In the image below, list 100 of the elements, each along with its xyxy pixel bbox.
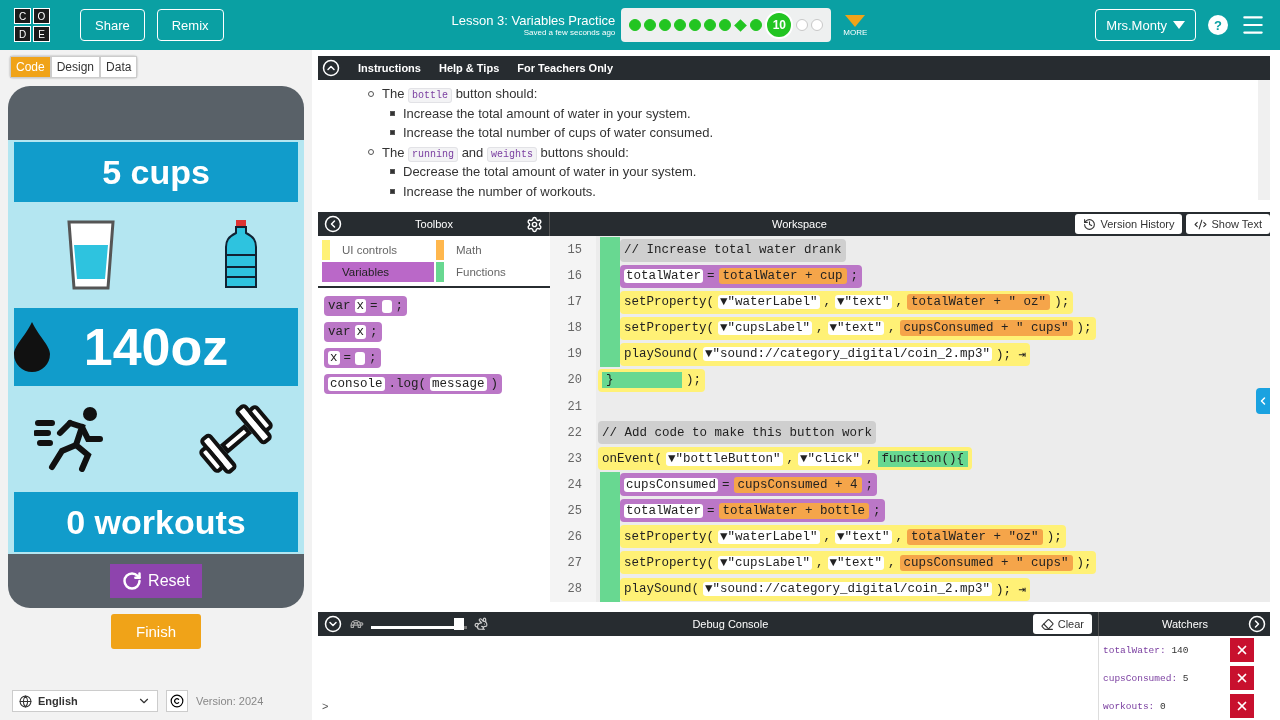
- globe-icon: [19, 694, 32, 708]
- line-number: 20: [566, 373, 583, 388]
- level-dot[interactable]: [659, 19, 672, 31]
- statement-block[interactable]: setProperty( ▼"cupsLabel" , ▼"text" , cupsConsumed + " cups" );: [620, 551, 1096, 575]
- language-select[interactable]: English: [12, 690, 158, 712]
- settings-icon[interactable]: [526, 215, 543, 233]
- collapse-icon[interactable]: [324, 615, 342, 633]
- block-field[interactable]: ▼"waterLabel": [718, 295, 820, 310]
- copyright-button[interactable]: [166, 690, 188, 712]
- version-text: Version: 2024: [196, 695, 264, 707]
- block-field[interactable]: ▼"text": [835, 295, 892, 310]
- empty-slot[interactable]: [355, 351, 366, 365]
- level-dot[interactable]: [719, 19, 732, 31]
- instruction-text: Increase the number of workouts.: [403, 183, 596, 199]
- math-block[interactable]: totalWater + " oz": [907, 294, 1051, 311]
- expand-tab[interactable]: [1256, 388, 1270, 414]
- instructions-tab[interactable]: Instructions: [358, 62, 421, 74]
- instructions-tab[interactable]: For Teachers Only: [517, 62, 614, 74]
- show-text-button[interactable]: Show Text: [1186, 214, 1270, 234]
- block-field[interactable]: totalWater: [624, 503, 703, 518]
- math-block[interactable]: totalWater + cup: [718, 268, 847, 285]
- line-number: 25: [566, 503, 583, 518]
- function-block[interactable]: }: [602, 372, 682, 389]
- block-field[interactable]: console: [328, 377, 385, 391]
- math-block[interactable]: cupsConsumed + " cups": [899, 320, 1073, 337]
- block-field[interactable]: ▼"text": [827, 321, 885, 336]
- level-dot[interactable]: [811, 19, 824, 31]
- chevron-down-icon: [324, 615, 342, 633]
- reset-icon: [122, 571, 143, 591]
- block-field[interactable]: ▼"sound://category_digital/coin_2.mp3": [703, 582, 993, 597]
- code-text: setProperty(: [624, 555, 714, 570]
- level-dot[interactable]: [644, 19, 657, 31]
- code-text: );: [1054, 295, 1070, 310]
- code-text: .log(: [388, 377, 427, 391]
- block-field[interactable]: message: [430, 377, 487, 391]
- mode-tab[interactable]: Data: [100, 56, 138, 78]
- instructions-tab[interactable]: Help & Tips: [438, 62, 500, 74]
- water-label: 140oz: [14, 308, 298, 386]
- variable-block[interactable]: var x = ;: [324, 296, 408, 316]
- block-field[interactable]: ▼"bottleButton": [666, 451, 783, 466]
- reset-button[interactable]: Reset: [110, 564, 202, 598]
- block-field[interactable]: ▼"sound://category_digital/coin_2.mp3": [703, 347, 993, 362]
- clear-button[interactable]: Clear: [1032, 614, 1092, 634]
- code-text: // Increase total water drank: [624, 243, 842, 258]
- level-dot[interactable]: [796, 19, 809, 31]
- level-dot[interactable]: [674, 19, 687, 31]
- block-field[interactable]: ▼"cupsLabel": [718, 555, 813, 570]
- assignment-block[interactable]: cupsConsumed = cupsConsumed + 4 ;: [620, 473, 878, 497]
- comment-block[interactable]: // Add code to make this button work: [598, 421, 877, 445]
- level-dot[interactable]: [750, 19, 763, 31]
- block-field[interactable]: x: [328, 351, 340, 365]
- block-field[interactable]: ▼"waterLabel": [718, 529, 820, 544]
- watcher-entry: totalWater: 140: [1103, 644, 1189, 656]
- category-item[interactable]: Variables: [322, 262, 434, 282]
- function-block[interactable]: function(){: [877, 450, 969, 467]
- copyright-icon: [170, 694, 184, 708]
- level-dot[interactable]: [689, 19, 702, 31]
- empty-slot[interactable]: [381, 299, 392, 313]
- assignment-block[interactable]: totalWater = totalWater + cup ;: [620, 264, 863, 288]
- comment-block[interactable]: // Increase total water drank: [620, 238, 846, 262]
- block-field[interactable]: ▼"text": [835, 529, 892, 544]
- block-field[interactable]: ▼"cupsLabel": [718, 321, 813, 336]
- block-field[interactable]: ▼"click": [798, 451, 863, 466]
- turtle-icon: [350, 617, 364, 631]
- statement-block[interactable]: setProperty( ▼"waterLabel" , ▼"text" , totalWater + "oz" );: [620, 525, 1066, 549]
- slider-thumb[interactable]: [454, 618, 465, 630]
- math-block[interactable]: totalWater + bottle: [718, 502, 870, 519]
- block-field[interactable]: cupsConsumed: [624, 477, 718, 492]
- mode-tab[interactable]: Design: [50, 56, 101, 78]
- block-field[interactable]: ▼"text": [827, 555, 885, 570]
- code-text: ;: [850, 269, 859, 284]
- drop-icon: [12, 320, 52, 372]
- variable-block[interactable]: var x ;: [324, 322, 382, 342]
- statement-block[interactable]: setProperty( ▼"cupsLabel" , ▼"text" , cupsConsumed + " cups" );: [620, 316, 1096, 340]
- remove-button[interactable]: [1230, 666, 1254, 690]
- block-field[interactable]: x: [354, 299, 367, 313]
- assignment-block[interactable]: totalWater = totalWater + bottle ;: [620, 499, 885, 523]
- math-block[interactable]: cupsConsumed + 4: [733, 476, 862, 493]
- variable-block[interactable]: console .log( message ): [324, 374, 503, 394]
- statement-block[interactable]: playSound( ▼"sound://category_digital/coin_2.mp3" ); ⇥: [620, 342, 1031, 366]
- variable-block[interactable]: x = ;: [324, 348, 381, 368]
- version-history-button[interactable]: Version History: [1075, 214, 1183, 234]
- level-dot[interactable]: [704, 19, 717, 31]
- code-text: ); ⇥: [996, 347, 1027, 363]
- collapse-icon[interactable]: [324, 215, 342, 233]
- math-block[interactable]: totalWater + "oz": [907, 528, 1043, 545]
- block-field[interactable]: x: [354, 325, 367, 339]
- block-field[interactable]: totalWater: [624, 269, 703, 284]
- statement-block[interactable]: playSound( ▼"sound://category_digital/coin_2.mp3" ); ⇥: [620, 577, 1031, 601]
- line-number: 19: [566, 347, 583, 362]
- toolbox-title: Toolbox: [415, 218, 453, 230]
- expand-icon[interactable]: [1248, 615, 1266, 633]
- remove-button[interactable]: [1230, 638, 1254, 662]
- remove-button[interactable]: [1230, 694, 1254, 718]
- collapse-icon[interactable]: [322, 59, 340, 77]
- math-block[interactable]: cupsConsumed + " cups": [899, 554, 1073, 571]
- event-block[interactable]: onEvent( ▼"bottleButton" , ▼"click" , function(){: [598, 447, 973, 471]
- level-dot[interactable]: [629, 19, 642, 31]
- closing-block[interactable]: } );: [598, 368, 705, 392]
- statement-block[interactable]: setProperty( ▼"waterLabel" , ▼"text" , totalWater + " oz" );: [620, 290, 1074, 314]
